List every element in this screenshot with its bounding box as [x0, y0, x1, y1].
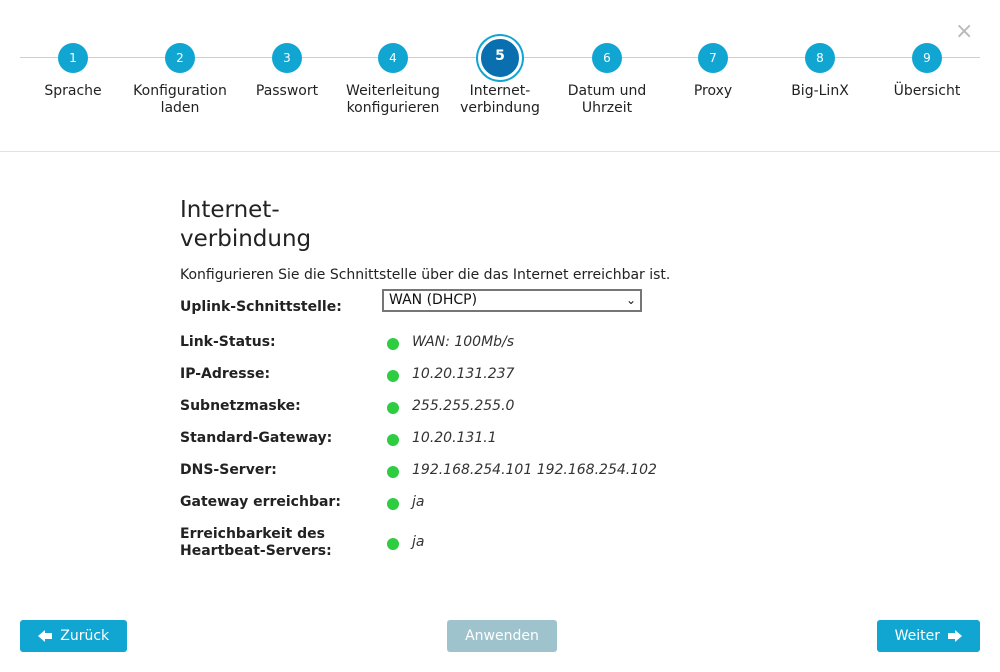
status-ok-icon	[387, 434, 399, 446]
page-description: Konfigurieren Sie die Schnittstelle über…	[180, 267, 671, 283]
step-label: Big-LinX	[791, 83, 849, 99]
status-value: WAN: 100Mb/s	[412, 334, 515, 350]
status-ok-icon	[387, 402, 399, 414]
step-number: 5	[478, 36, 522, 80]
wizard-stepper: 1 Sprache 2 Konfiguration laden 3 Passwo…	[0, 0, 1000, 152]
status-ok-icon	[387, 538, 399, 550]
status-value: ja	[412, 534, 425, 550]
status-ok-icon	[387, 466, 399, 478]
step-number: 2	[165, 43, 195, 73]
step-label: Weiterleitung konfigurieren	[346, 83, 440, 116]
step-sprache[interactable]: 1 Sprache	[18, 43, 128, 100]
step-label: Passwort	[255, 83, 319, 99]
step-number: 8	[805, 43, 835, 73]
step-number: 1	[58, 43, 88, 73]
status-ok-icon	[387, 338, 399, 350]
status-label: Subnetzmaske:	[180, 398, 301, 414]
step-label: Übersicht	[893, 83, 961, 99]
status-value: ja	[412, 494, 425, 510]
step-number: 4	[378, 43, 408, 73]
status-label: DNS-Server:	[180, 462, 277, 478]
step-label: Datum und Uhrzeit	[567, 83, 647, 116]
step-big-linx[interactable]: 8 Big-LinX	[765, 43, 875, 100]
step-label: Internet-verbindung	[460, 83, 540, 116]
step-number: 3	[272, 43, 302, 73]
status-label: Link-Status:	[180, 334, 276, 350]
status-ok-icon	[387, 498, 399, 510]
step-weiterleitung[interactable]: 4 Weiterleitung konfigurieren	[338, 43, 448, 117]
arrow-right-icon	[948, 630, 963, 642]
back-button[interactable]: Zurück	[20, 620, 127, 652]
apply-button[interactable]: Anwenden	[447, 620, 557, 652]
step-uebersicht[interactable]: 9 Übersicht	[872, 43, 982, 100]
status-value: 192.168.254.101 192.168.254.102	[412, 462, 657, 478]
back-button-label: Zurück	[60, 628, 110, 644]
step-number: 9	[912, 43, 942, 73]
status-value: 10.20.131.237	[412, 366, 515, 382]
uplink-select[interactable]: WAN (DHCP) ⌄	[382, 289, 642, 312]
step-label: Sprache	[44, 83, 102, 99]
uplink-label: Uplink-Schnittstelle:	[180, 299, 342, 315]
status-label: Gateway erreichbar:	[180, 494, 341, 510]
step-label: Proxy	[693, 83, 733, 99]
step-number: 6	[592, 43, 622, 73]
step-konfiguration-laden[interactable]: 2 Konfiguration laden	[125, 43, 235, 117]
status-label: IP-Adresse:	[180, 366, 271, 382]
apply-button-label: Anwenden	[465, 628, 539, 644]
status-value: 255.255.255.0	[412, 398, 515, 414]
next-button-label: Weiter	[894, 628, 940, 644]
arrow-left-icon	[37, 630, 52, 642]
step-datum-uhrzeit[interactable]: 6 Datum und Uhrzeit	[552, 43, 662, 117]
step-proxy[interactable]: 7 Proxy	[658, 43, 768, 100]
status-label: Standard-Gateway:	[180, 430, 333, 446]
page-title: Internet-verbindung	[180, 197, 312, 252]
step-internetverbindung[interactable]: 5 Internet-verbindung	[445, 36, 555, 117]
status-value: 10.20.131.1	[412, 430, 497, 446]
page-content: Internet-verbindung Konfigurieren Sie di…	[180, 196, 780, 284]
status-ok-icon	[387, 370, 399, 382]
next-button[interactable]: Weiter	[877, 620, 980, 652]
step-number: 7	[698, 43, 728, 73]
chevron-down-icon: ⌄	[625, 293, 636, 307]
uplink-selected-value: WAN (DHCP)	[389, 292, 478, 308]
status-label: Erreichbarkeit des Heartbeat-Servers:	[180, 526, 332, 559]
step-passwort[interactable]: 3 Passwort	[232, 43, 342, 100]
step-label: Konfiguration laden	[133, 83, 227, 116]
